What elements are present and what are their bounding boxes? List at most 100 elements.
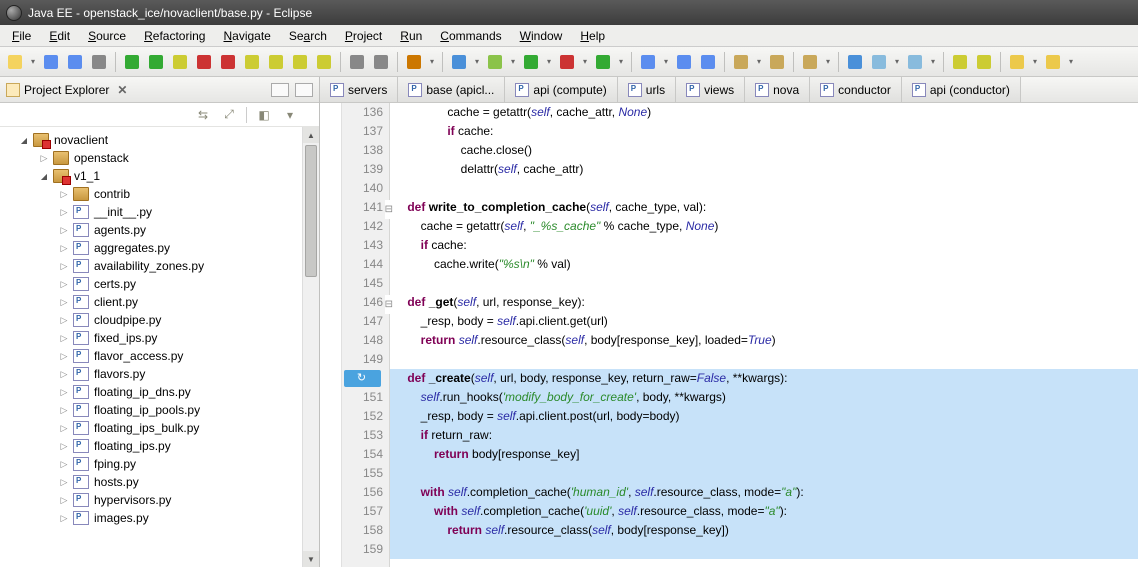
code-line[interactable]: cache = getattr(self, "_%s_cache" % cach…	[390, 217, 1138, 236]
line-number[interactable]: 159	[342, 540, 383, 559]
collapse-arrow-icon[interactable]	[58, 387, 70, 398]
line-number[interactable]: 138	[342, 141, 383, 160]
print-button[interactable]	[88, 51, 110, 73]
line-number[interactable]: 142	[342, 217, 383, 236]
titlebar[interactable]: Java EE - openstack_ice/novaclient/base.…	[0, 0, 1138, 25]
scroll-up-icon[interactable]: ▲	[303, 127, 319, 143]
dropdown-arrow-icon[interactable]: ▾	[616, 57, 626, 66]
code-line[interactable]: return self.resource_class(self, body[re…	[390, 521, 1138, 540]
expand-arrow-icon[interactable]	[38, 171, 50, 182]
line-number[interactable]: 151	[342, 388, 383, 407]
code-line[interactable]: def _create(self, url, body, response_ke…	[390, 369, 1138, 388]
dropdown-arrow-icon[interactable]: ▾	[892, 57, 902, 66]
code-line[interactable]: delattr(self, cache_attr)	[390, 160, 1138, 179]
dropdown-arrow-icon[interactable]: ▾	[1066, 57, 1076, 66]
code-line[interactable]: cache.close()	[390, 141, 1138, 160]
code-content[interactable]: cache = getattr(self, cache_attr, None) …	[390, 103, 1138, 567]
tree-item[interactable]: fping.py	[0, 455, 319, 473]
tree-scrollbar[interactable]: ▲ ▼	[302, 127, 319, 567]
collapse-arrow-icon[interactable]	[58, 513, 70, 524]
search-button[interactable]	[799, 51, 821, 73]
view-menu-icon[interactable]: ▾	[281, 106, 299, 124]
save-all-button[interactable]	[64, 51, 86, 73]
code-line[interactable]: cache.write("%s\n" % val)	[390, 255, 1138, 274]
focus-icon[interactable]: ◧	[255, 106, 273, 124]
server-profile-button[interactable]	[697, 51, 719, 73]
line-number[interactable]: 157	[342, 502, 383, 521]
code-line[interactable]: _resp, body = self.api.client.get(url)	[390, 312, 1138, 331]
debug-resume-button[interactable]	[145, 51, 167, 73]
tree-item[interactable]: v1_1	[0, 167, 319, 185]
collapse-arrow-icon[interactable]	[58, 351, 70, 362]
dropdown-arrow-icon[interactable]: ▾	[1030, 57, 1040, 66]
line-number[interactable]: 136	[342, 103, 383, 122]
dropdown-arrow-icon[interactable]: ▾	[472, 57, 482, 66]
drop-button[interactable]	[313, 51, 335, 73]
tree-item[interactable]: floating_ips.py	[0, 437, 319, 455]
collapse-arrow-icon[interactable]	[58, 261, 70, 272]
collapse-arrow-icon[interactable]	[58, 495, 70, 506]
line-number[interactable]: 144	[342, 255, 383, 274]
debug-pause-button[interactable]	[169, 51, 191, 73]
collapse-arrow-icon[interactable]	[58, 315, 70, 326]
dropdown-arrow-icon[interactable]: ▾	[823, 57, 833, 66]
dropdown-arrow-icon[interactable]: ▾	[427, 57, 437, 66]
tree-item[interactable]: cloudpipe.py	[0, 311, 319, 329]
new-file-button[interactable]	[730, 51, 752, 73]
menu-source[interactable]: Source	[80, 27, 134, 45]
line-number[interactable]: 141	[342, 198, 383, 217]
menu-navigate[interactable]: Navigate	[215, 27, 278, 45]
debug-stop-button[interactable]	[193, 51, 215, 73]
dropdown-arrow-icon[interactable]: ▾	[28, 57, 38, 66]
collapse-arrow-icon[interactable]	[58, 225, 70, 236]
tree-item[interactable]: novaclient	[0, 131, 319, 149]
debug-skip-button[interactable]	[121, 51, 143, 73]
code-line[interactable]: with self.completion_cache('human_id', s…	[390, 483, 1138, 502]
menu-project[interactable]: Project	[337, 27, 390, 45]
dropdown-arrow-icon[interactable]: ▾	[508, 57, 518, 66]
editor-tab[interactable]: api (conductor)	[902, 77, 1021, 102]
tree-item[interactable]: hosts.py	[0, 473, 319, 491]
tree-item[interactable]: flavors.py	[0, 365, 319, 383]
menu-search[interactable]: Search	[281, 27, 335, 45]
line-number[interactable]: 152	[342, 407, 383, 426]
line-number[interactable]: 143	[342, 236, 383, 255]
collapse-arrow-icon[interactable]	[58, 405, 70, 416]
tree-item[interactable]: __init__.py	[0, 203, 319, 221]
tree-item[interactable]: openstack	[0, 149, 319, 167]
project-tree[interactable]: novaclientopenstackv1_1contrib__init__.p…	[0, 127, 319, 567]
line-number[interactable]: 148	[342, 331, 383, 350]
collapse-all-icon[interactable]: ⇆	[194, 106, 212, 124]
collapse-arrow-icon[interactable]	[58, 423, 70, 434]
tree-item[interactable]: aggregates.py	[0, 239, 319, 257]
collapse-arrow-icon[interactable]	[58, 477, 70, 488]
collapse-arrow-icon[interactable]	[58, 189, 70, 200]
wizard2-button[interactable]	[904, 51, 926, 73]
menu-commands[interactable]: Commands	[432, 27, 509, 45]
collapse-arrow-icon[interactable]	[58, 297, 70, 308]
scroll-down-icon[interactable]: ▼	[303, 551, 319, 567]
collapse-arrow-icon[interactable]	[58, 459, 70, 470]
build-button[interactable]	[403, 51, 425, 73]
code-line[interactable]: _resp, body = self.api.client.post(url, …	[390, 407, 1138, 426]
editor-tab[interactable]: urls	[618, 77, 676, 102]
task-button[interactable]	[973, 51, 995, 73]
run-ext-button[interactable]	[556, 51, 578, 73]
line-number[interactable]: 146	[342, 293, 383, 312]
tree-item[interactable]: fixed_ips.py	[0, 329, 319, 347]
editor-tab[interactable]: views	[676, 77, 745, 102]
tree-item[interactable]: agents.py	[0, 221, 319, 239]
browser-button[interactable]	[844, 51, 866, 73]
step-return-button[interactable]	[289, 51, 311, 73]
line-number[interactable]: 145	[342, 274, 383, 293]
code-line[interactable]: def write_to_completion_cache(self, cach…	[390, 198, 1138, 217]
scroll-thumb[interactable]	[305, 145, 317, 277]
tree-item[interactable]: certs.py	[0, 275, 319, 293]
code-line[interactable]: if cache:	[390, 236, 1138, 255]
wizard-button[interactable]	[868, 51, 890, 73]
editor-tab[interactable]: servers	[320, 77, 398, 102]
collapse-arrow-icon[interactable]	[58, 243, 70, 254]
step-into-button[interactable]	[241, 51, 263, 73]
code-editor[interactable]: 1361371381391401411421431441451461471481…	[320, 103, 1138, 567]
code-line[interactable]	[390, 350, 1138, 369]
